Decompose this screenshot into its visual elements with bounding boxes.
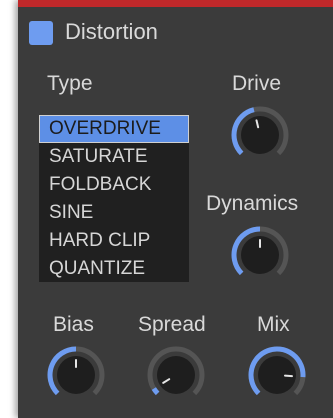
spread-label: Spread (138, 313, 206, 336)
spread-knob-body (157, 356, 195, 394)
spread-knob-value-arc (151, 387, 160, 396)
bias-knob[interactable] (46, 345, 106, 405)
drive-knob-body (241, 116, 279, 154)
top-accent-bar (18, 0, 333, 7)
enable-toggle[interactable] (29, 21, 53, 45)
type-option-sine[interactable]: SINE (39, 199, 189, 227)
drive-label: Drive (232, 72, 282, 95)
mix-knob-pointer (283, 374, 293, 378)
mix-knob[interactable] (247, 345, 307, 405)
type-option-hard-clip[interactable]: HARD CLIP (39, 227, 189, 255)
dynamics-knob[interactable] (230, 225, 290, 285)
drive-knob[interactable] (230, 105, 290, 165)
type-label: Type (47, 72, 93, 95)
type-option-quantize[interactable]: QUANTIZE (39, 255, 189, 283)
panel-title: Distortion (65, 19, 158, 44)
mix-label: Mix (257, 313, 290, 336)
type-list[interactable]: OVERDRIVE SATURATE FOLDBACK SINE HARD CL… (39, 115, 189, 282)
type-option-saturate[interactable]: SATURATE (39, 143, 189, 171)
mix-knob-body (258, 356, 296, 394)
spread-knob[interactable] (146, 345, 206, 405)
dynamics-label: Dynamics (206, 192, 299, 215)
type-option-overdrive[interactable]: OVERDRIVE (39, 115, 189, 143)
bias-label: Bias (53, 313, 94, 336)
type-option-foldback[interactable]: FOLDBACK (39, 171, 189, 199)
distortion-panel: Distortion Type OVERDRIVE SATURATE FOLDB… (18, 0, 333, 418)
